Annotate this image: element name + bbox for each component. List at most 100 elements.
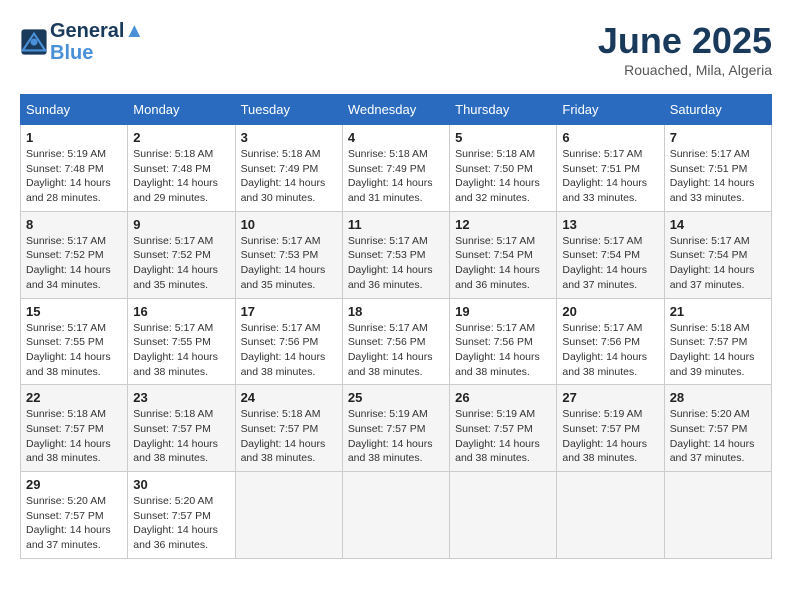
day-number: 3 — [241, 130, 337, 145]
calendar-week-row: 15 Sunrise: 5:17 AM Sunset: 7:55 PM Dayl… — [21, 298, 772, 385]
day-info: Sunrise: 5:18 AM Sunset: 7:49 PM Dayligh… — [241, 147, 337, 206]
day-number: 15 — [26, 304, 122, 319]
day-number: 17 — [241, 304, 337, 319]
table-row: 30 Sunrise: 5:20 AM Sunset: 7:57 PM Dayl… — [128, 472, 235, 559]
table-row: 11 Sunrise: 5:17 AM Sunset: 7:53 PM Dayl… — [342, 211, 449, 298]
day-info: Sunrise: 5:19 AM Sunset: 7:48 PM Dayligh… — [26, 147, 122, 206]
col-tuesday: Tuesday — [235, 95, 342, 125]
table-row — [450, 472, 557, 559]
day-info: Sunrise: 5:17 AM Sunset: 7:56 PM Dayligh… — [455, 321, 551, 380]
table-row: 24 Sunrise: 5:18 AM Sunset: 7:57 PM Dayl… — [235, 385, 342, 472]
day-info: Sunrise: 5:17 AM Sunset: 7:53 PM Dayligh… — [241, 234, 337, 293]
day-number: 14 — [670, 217, 766, 232]
day-number: 28 — [670, 390, 766, 405]
day-number: 1 — [26, 130, 122, 145]
table-row — [557, 472, 664, 559]
col-saturday: Saturday — [664, 95, 771, 125]
day-number: 27 — [562, 390, 658, 405]
table-row: 27 Sunrise: 5:19 AM Sunset: 7:57 PM Dayl… — [557, 385, 664, 472]
calendar-header-row: Sunday Monday Tuesday Wednesday Thursday… — [21, 95, 772, 125]
day-number: 16 — [133, 304, 229, 319]
table-row: 20 Sunrise: 5:17 AM Sunset: 7:56 PM Dayl… — [557, 298, 664, 385]
page-header: General▲ Blue June 2025 Rouached, Mila, … — [20, 20, 772, 78]
day-info: Sunrise: 5:17 AM Sunset: 7:56 PM Dayligh… — [241, 321, 337, 380]
table-row: 2 Sunrise: 5:18 AM Sunset: 7:48 PM Dayli… — [128, 125, 235, 212]
location: Rouached, Mila, Algeria — [598, 62, 772, 78]
table-row: 26 Sunrise: 5:19 AM Sunset: 7:57 PM Dayl… — [450, 385, 557, 472]
col-wednesday: Wednesday — [342, 95, 449, 125]
logo-text-line1: General▲ — [50, 20, 144, 42]
day-info: Sunrise: 5:20 AM Sunset: 7:57 PM Dayligh… — [133, 494, 229, 553]
day-number: 21 — [670, 304, 766, 319]
day-info: Sunrise: 5:17 AM Sunset: 7:54 PM Dayligh… — [455, 234, 551, 293]
logo-text-line2: Blue — [50, 42, 144, 64]
table-row: 17 Sunrise: 5:17 AM Sunset: 7:56 PM Dayl… — [235, 298, 342, 385]
day-info: Sunrise: 5:17 AM Sunset: 7:52 PM Dayligh… — [133, 234, 229, 293]
table-row: 7 Sunrise: 5:17 AM Sunset: 7:51 PM Dayli… — [664, 125, 771, 212]
table-row — [664, 472, 771, 559]
day-number: 11 — [348, 217, 444, 232]
table-row: 1 Sunrise: 5:19 AM Sunset: 7:48 PM Dayli… — [21, 125, 128, 212]
table-row: 25 Sunrise: 5:19 AM Sunset: 7:57 PM Dayl… — [342, 385, 449, 472]
day-number: 18 — [348, 304, 444, 319]
day-number: 10 — [241, 217, 337, 232]
day-info: Sunrise: 5:17 AM Sunset: 7:54 PM Dayligh… — [562, 234, 658, 293]
table-row: 18 Sunrise: 5:17 AM Sunset: 7:56 PM Dayl… — [342, 298, 449, 385]
day-info: Sunrise: 5:18 AM Sunset: 7:57 PM Dayligh… — [26, 407, 122, 466]
logo-icon — [20, 28, 48, 56]
day-info: Sunrise: 5:18 AM Sunset: 7:57 PM Dayligh… — [670, 321, 766, 380]
table-row: 15 Sunrise: 5:17 AM Sunset: 7:55 PM Dayl… — [21, 298, 128, 385]
col-thursday: Thursday — [450, 95, 557, 125]
day-number: 13 — [562, 217, 658, 232]
calendar-week-row: 29 Sunrise: 5:20 AM Sunset: 7:57 PM Dayl… — [21, 472, 772, 559]
table-row: 13 Sunrise: 5:17 AM Sunset: 7:54 PM Dayl… — [557, 211, 664, 298]
table-row: 4 Sunrise: 5:18 AM Sunset: 7:49 PM Dayli… — [342, 125, 449, 212]
day-number: 19 — [455, 304, 551, 319]
day-number: 6 — [562, 130, 658, 145]
col-monday: Monday — [128, 95, 235, 125]
day-number: 12 — [455, 217, 551, 232]
day-info: Sunrise: 5:17 AM Sunset: 7:51 PM Dayligh… — [562, 147, 658, 206]
col-friday: Friday — [557, 95, 664, 125]
calendar-table: Sunday Monday Tuesday Wednesday Thursday… — [20, 94, 772, 559]
day-info: Sunrise: 5:20 AM Sunset: 7:57 PM Dayligh… — [670, 407, 766, 466]
day-number: 7 — [670, 130, 766, 145]
day-info: Sunrise: 5:17 AM Sunset: 7:55 PM Dayligh… — [26, 321, 122, 380]
table-row: 3 Sunrise: 5:18 AM Sunset: 7:49 PM Dayli… — [235, 125, 342, 212]
logo: General▲ Blue — [20, 20, 144, 64]
day-info: Sunrise: 5:18 AM Sunset: 7:48 PM Dayligh… — [133, 147, 229, 206]
day-info: Sunrise: 5:17 AM Sunset: 7:52 PM Dayligh… — [26, 234, 122, 293]
table-row: 23 Sunrise: 5:18 AM Sunset: 7:57 PM Dayl… — [128, 385, 235, 472]
day-number: 22 — [26, 390, 122, 405]
day-number: 9 — [133, 217, 229, 232]
day-info: Sunrise: 5:17 AM Sunset: 7:56 PM Dayligh… — [348, 321, 444, 380]
calendar-week-row: 8 Sunrise: 5:17 AM Sunset: 7:52 PM Dayli… — [21, 211, 772, 298]
day-info: Sunrise: 5:17 AM Sunset: 7:56 PM Dayligh… — [562, 321, 658, 380]
day-number: 5 — [455, 130, 551, 145]
table-row: 16 Sunrise: 5:17 AM Sunset: 7:55 PM Dayl… — [128, 298, 235, 385]
day-number: 26 — [455, 390, 551, 405]
table-row: 14 Sunrise: 5:17 AM Sunset: 7:54 PM Dayl… — [664, 211, 771, 298]
day-info: Sunrise: 5:19 AM Sunset: 7:57 PM Dayligh… — [348, 407, 444, 466]
table-row — [235, 472, 342, 559]
day-info: Sunrise: 5:18 AM Sunset: 7:50 PM Dayligh… — [455, 147, 551, 206]
day-number: 30 — [133, 477, 229, 492]
day-info: Sunrise: 5:17 AM Sunset: 7:51 PM Dayligh… — [670, 147, 766, 206]
day-number: 2 — [133, 130, 229, 145]
day-number: 29 — [26, 477, 122, 492]
table-row — [342, 472, 449, 559]
table-row: 21 Sunrise: 5:18 AM Sunset: 7:57 PM Dayl… — [664, 298, 771, 385]
calendar-week-row: 22 Sunrise: 5:18 AM Sunset: 7:57 PM Dayl… — [21, 385, 772, 472]
table-row: 28 Sunrise: 5:20 AM Sunset: 7:57 PM Dayl… — [664, 385, 771, 472]
table-row: 10 Sunrise: 5:17 AM Sunset: 7:53 PM Dayl… — [235, 211, 342, 298]
table-row: 22 Sunrise: 5:18 AM Sunset: 7:57 PM Dayl… — [21, 385, 128, 472]
table-row: 5 Sunrise: 5:18 AM Sunset: 7:50 PM Dayli… — [450, 125, 557, 212]
day-info: Sunrise: 5:18 AM Sunset: 7:49 PM Dayligh… — [348, 147, 444, 206]
day-number: 8 — [26, 217, 122, 232]
day-info: Sunrise: 5:17 AM Sunset: 7:55 PM Dayligh… — [133, 321, 229, 380]
day-number: 25 — [348, 390, 444, 405]
day-number: 24 — [241, 390, 337, 405]
table-row: 12 Sunrise: 5:17 AM Sunset: 7:54 PM Dayl… — [450, 211, 557, 298]
month-title: June 2025 — [598, 20, 772, 62]
day-info: Sunrise: 5:20 AM Sunset: 7:57 PM Dayligh… — [26, 494, 122, 553]
